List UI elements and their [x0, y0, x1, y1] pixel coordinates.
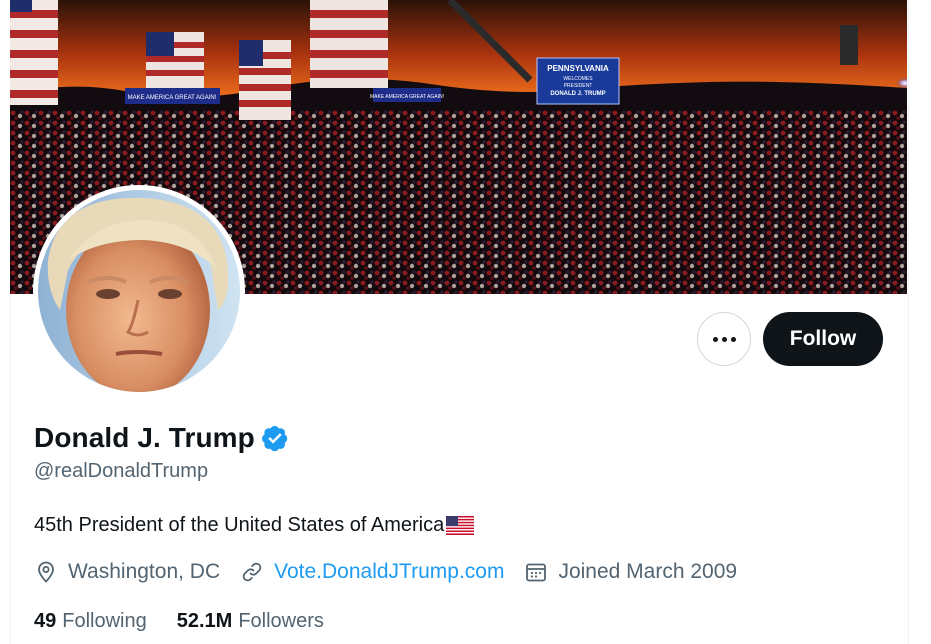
- svg-text:WELCOMES: WELCOMES: [563, 76, 593, 82]
- website-link[interactable]: Vote.DonaldJTrump.com: [274, 560, 504, 584]
- verified-badge-icon: [261, 425, 288, 452]
- svg-text:MAKE AMERICA GREAT AGAIN!: MAKE AMERICA GREAT AGAIN!: [128, 95, 217, 101]
- profile-handle: @realDonaldTrump: [34, 460, 209, 482]
- following-count-link[interactable]: 49 Following: [34, 610, 147, 633]
- profile-meta: Washington, DC Vote.DonaldJTrump.com Joi…: [34, 560, 757, 584]
- followers-count-link[interactable]: 52.1M Followers: [177, 610, 324, 633]
- follow-counts: 49 Following 52.1M Followers: [34, 610, 354, 633]
- profile-bio: 45th President of the United States of A…: [34, 514, 475, 537]
- joined-text: Joined March 2009: [558, 560, 738, 583]
- bio-text: 45th President of the United States of A…: [34, 514, 445, 536]
- location-pin-icon: [38, 561, 54, 583]
- followers-count: 52.1M: [176, 610, 233, 632]
- us-flag-emoji: [446, 516, 475, 535]
- profile-name-row: Donald J. Trump: [34, 422, 289, 454]
- following-label: Following: [62, 610, 147, 632]
- more-options-button[interactable]: [697, 312, 751, 366]
- svg-text:PENNSYLVANIA: PENNSYLVANIA: [547, 64, 609, 73]
- profile-name: Donald J. Trump: [34, 422, 255, 453]
- profile-avatar[interactable]: [33, 185, 245, 397]
- svg-text:DONALD J. TRUMP: DONALD J. TRUMP: [550, 91, 605, 97]
- link-icon: [242, 562, 262, 582]
- joined-item: Joined March 2009: [524, 560, 737, 584]
- svg-text:MAKE AMERICA GREAT AGAIN!: MAKE AMERICA GREAT AGAIN!: [370, 94, 444, 100]
- location-text: Washington, DC: [68, 560, 221, 583]
- following-count: 49: [34, 610, 57, 632]
- calendar-icon: [526, 563, 547, 582]
- more-options-icon: [712, 336, 736, 342]
- follow-button[interactable]: Follow: [763, 312, 883, 366]
- followers-label: Followers: [238, 610, 324, 632]
- location-item: Washington, DC: [34, 560, 220, 584]
- website-item[interactable]: Vote.DonaldJTrump.com: [240, 560, 504, 584]
- svg-text:PRESIDENT: PRESIDENT: [564, 83, 593, 89]
